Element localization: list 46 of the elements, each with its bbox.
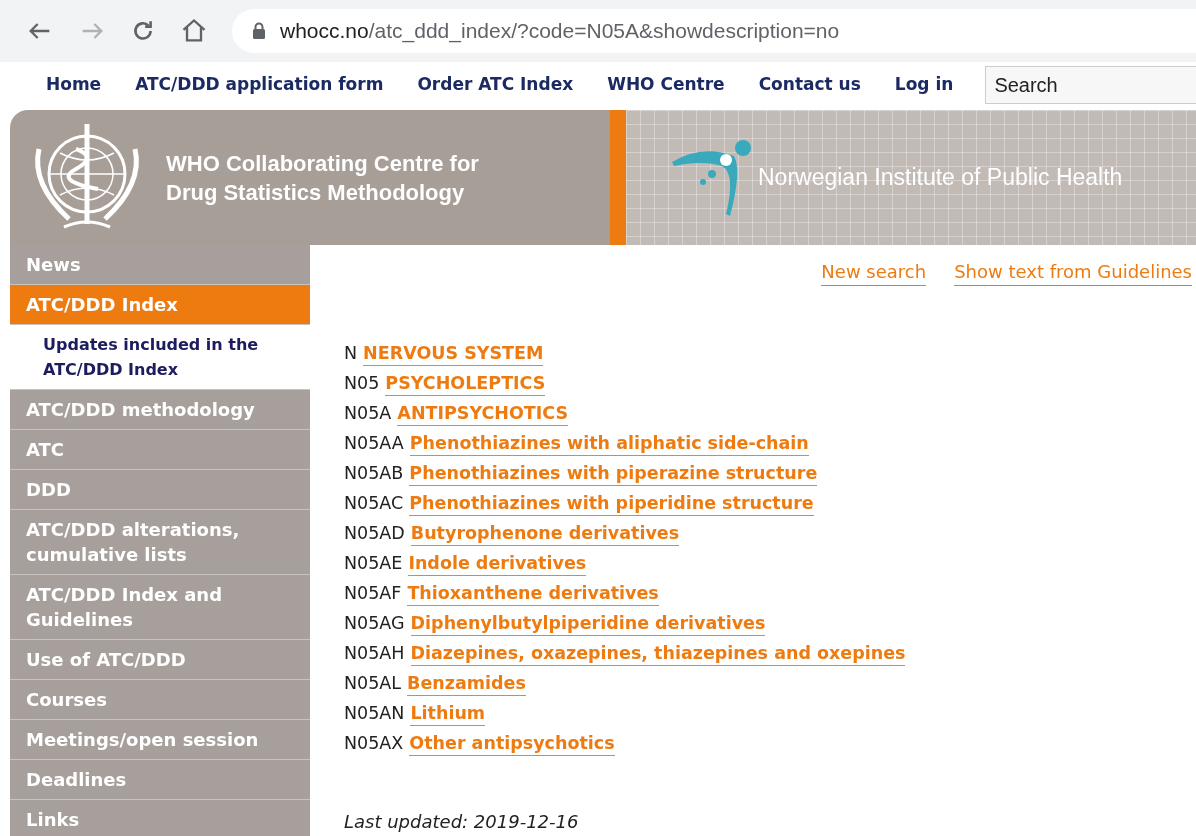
atc-link[interactable]: Butyrophenone derivatives [410,520,680,546]
atc-link[interactable]: Thioxanthene derivatives [407,580,659,606]
nav-link[interactable]: WHO Centre [607,72,725,98]
atc-link[interactable]: Phenothiazines with piperazine structure [409,460,818,486]
atc-code: N05AL [344,671,402,695]
nav-link[interactable]: Log in [894,72,954,98]
sidebar-subitem[interactable]: Updates included in the ATC/DDD Index [10,325,310,390]
atc-link[interactable]: Lithium [410,700,486,726]
atc-link[interactable]: Phenothiazines with piperidine structure [409,490,814,516]
nav-link[interactable]: Contact us [758,72,861,98]
atc-link[interactable]: ANTIPSYCHOTICS [397,400,569,426]
action-link[interactable]: New search [821,259,927,286]
action-link[interactable]: Show text from Guidelines [954,259,1192,286]
atc-link[interactable]: Diazepines, oxazepines, thiazepines and oxepines [410,640,906,666]
atc-code: N05AA [344,431,404,455]
atc-code: N05A [344,401,392,425]
atc-link[interactable]: Benzamides [407,670,526,696]
atc-link[interactable]: NERVOUS SYSTEM [363,340,544,366]
atc-code: N [344,341,358,365]
sidebar-item[interactable]: ATC/DDD Index [10,285,310,325]
atc-code: N05AE [344,551,403,575]
atc-link[interactable]: Other antipsychotics [409,730,615,756]
atc-code: N05AF [344,581,402,605]
lock-icon [252,22,266,40]
atc-code: N05 [344,371,380,395]
nav-link[interactable]: ATC/DDD application form [135,72,384,98]
atc-code: N05AG [344,611,405,635]
institute-name: Norwegian Institute of Public Health [758,163,1123,193]
atc-link[interactable]: Phenothiazines with aliphatic side-chain [409,430,809,456]
atc-code: N05AB [344,461,404,485]
home-icon[interactable] [180,17,208,45]
url-text: whocc.no/atc_ddd_index/?code=N05A&showdescription=no [280,18,840,45]
search-field[interactable]: Search [985,66,1196,104]
atc-code: N05AH [344,641,405,665]
atc-code: N05AC [344,491,404,515]
last-updated: Last updated: 2019-12-16 [344,810,580,834]
nav-link[interactable]: Home [46,72,102,98]
atc-code: N05AX [344,731,404,755]
atc-code: N05AD [344,521,405,545]
atc-link[interactable]: Indole derivatives [408,550,587,576]
atc-link[interactable]: PSYCHOLEPTICS [385,370,546,396]
atc-link[interactable]: Diphenylbutylpiperidine derivatives [410,610,766,636]
atc-code: N05AN [344,701,405,725]
nav-link[interactable]: Order ATC Index [417,72,574,98]
address-bar[interactable]: whocc.no/atc_ddd_index/?code=N05A&showdescription=no [232,9,1196,53]
header-title: WHO Collaborating Centre for Drug Statistics Methodology [166,149,479,207]
